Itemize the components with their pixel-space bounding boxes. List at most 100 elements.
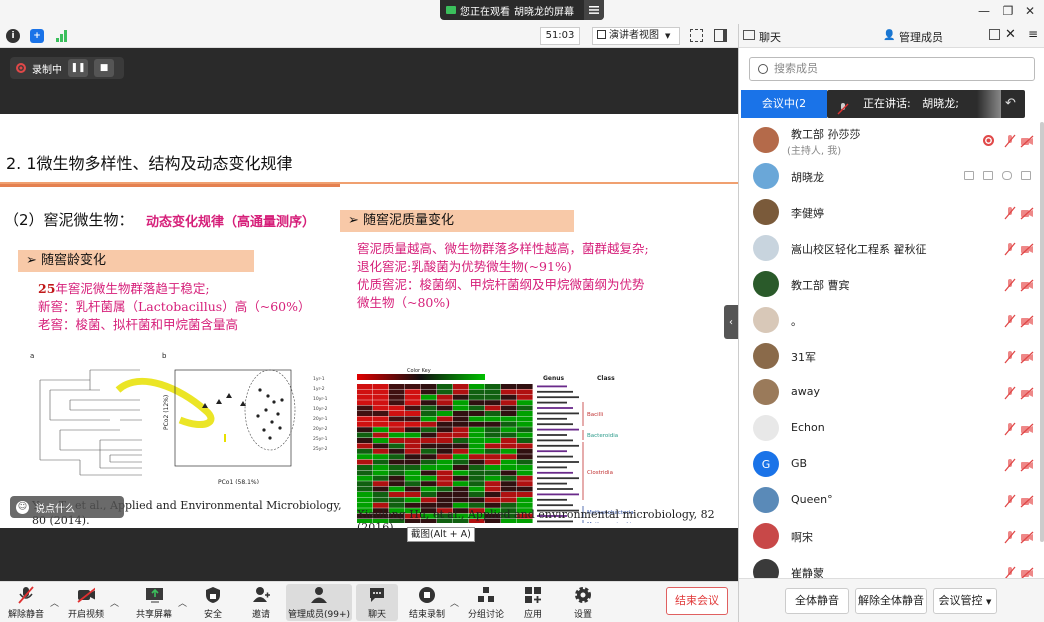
- video-off-icon[interactable]: [1020, 530, 1034, 544]
- svg-text:1yr-1: 1yr-1: [313, 376, 325, 382]
- video-off-icon[interactable]: [1020, 206, 1034, 220]
- video-off-icon[interactable]: [1020, 458, 1034, 472]
- heatmap-cell: [453, 421, 469, 427]
- member-row[interactable]: 教工部 曹宾: [739, 266, 1044, 302]
- undo-arrow-icon[interactable]: ↶: [1005, 90, 1016, 118]
- member-row[interactable]: away: [739, 374, 1044, 410]
- chevron-up-icon[interactable]: ︿: [450, 596, 459, 609]
- popout-icon[interactable]: [989, 29, 1000, 40]
- chat-button[interactable]: 聊天: [356, 584, 398, 621]
- video-off-icon[interactable]: [1020, 386, 1034, 400]
- member-row[interactable]: Queen°: [739, 482, 1044, 518]
- mute-all-button[interactable]: 全体静音: [785, 588, 849, 614]
- mic-off-icon[interactable]: [1003, 386, 1017, 400]
- meeting-control-button[interactable]: 会议管控 ▼: [933, 588, 997, 614]
- mic-off-icon[interactable]: [1003, 242, 1017, 256]
- mic-off-icon[interactable]: [1003, 314, 1017, 328]
- sidebar-toggle-icon[interactable]: [714, 29, 727, 42]
- video-off-icon[interactable]: [1020, 242, 1034, 256]
- unmute-button[interactable]: 解除静音: [6, 584, 46, 621]
- manage-members-button[interactable]: 管理成员(99+): [286, 584, 352, 621]
- video-off-icon[interactable]: [1020, 494, 1034, 508]
- heatmap-cell: [421, 459, 437, 465]
- collapse-panel-button[interactable]: ‹: [724, 305, 738, 339]
- mic-off-icon[interactable]: [1003, 350, 1017, 364]
- start-video-button[interactable]: 开启视频: [66, 584, 106, 621]
- mic-on-icon[interactable]: [1002, 171, 1012, 180]
- stop-recording-button[interactable]: ■: [94, 59, 114, 77]
- shield-icon[interactable]: +: [30, 29, 44, 43]
- member-row[interactable]: 教工部 孙莎莎 (主持人, 我): [739, 122, 1044, 158]
- info-icon[interactable]: i: [6, 29, 20, 43]
- heatmap-cell: [389, 486, 405, 492]
- share-menu-button[interactable]: [584, 0, 604, 20]
- tab-chat[interactable]: 聊天: [759, 29, 781, 45]
- reaction-button[interactable]: ☺ 说点什么: [10, 496, 124, 518]
- apps-button[interactable]: 应用: [518, 584, 548, 621]
- genus-name-bar: [537, 493, 579, 496]
- screen-share-indicator: 您正在观看 胡晓龙的屏幕: [440, 0, 604, 20]
- video-off-icon[interactable]: [1020, 134, 1034, 148]
- settings-button[interactable]: 设置: [568, 584, 598, 621]
- unmute-all-button[interactable]: 解除全体静音: [855, 588, 927, 614]
- svg-text:1yr-2: 1yr-2: [313, 386, 325, 392]
- chevron-up-icon[interactable]: ︿: [110, 596, 119, 609]
- video-off-icon[interactable]: [1020, 350, 1034, 364]
- breakout-rooms-button[interactable]: 分组讨论: [466, 584, 506, 621]
- svg-text:25yr-1: 25yr-1: [313, 436, 328, 442]
- mic-off-icon[interactable]: [1003, 134, 1017, 148]
- heatmap-cell: [501, 448, 517, 454]
- stop-recording-toolbar-button[interactable]: 结束录制: [406, 584, 448, 621]
- member-search-input[interactable]: 搜索成员: [749, 57, 1035, 81]
- video-on-icon[interactable]: [1021, 171, 1031, 180]
- mic-off-icon[interactable]: [1003, 278, 1017, 292]
- genus-name-bar: [537, 428, 579, 431]
- view-mode-dropdown[interactable]: 演讲者视图 ▼: [592, 27, 680, 45]
- video-off-icon[interactable]: [1020, 278, 1034, 292]
- fullscreen-icon[interactable]: [690, 29, 703, 42]
- tab-in-meeting[interactable]: 会议中(2: [741, 90, 827, 118]
- member-list-scrollbar[interactable]: [1040, 122, 1044, 542]
- restore-button[interactable]: ❐: [1000, 4, 1016, 18]
- mic-off-icon[interactable]: [1003, 494, 1017, 508]
- minimize-button[interactable]: —: [976, 4, 992, 18]
- member-row[interactable]: 31军: [739, 338, 1044, 374]
- mic-off-icon[interactable]: [1003, 206, 1017, 220]
- chevron-up-icon[interactable]: ︿: [50, 596, 59, 609]
- invite-button[interactable]: 邀请: [244, 584, 278, 621]
- close-panel-icon[interactable]: ✕: [1005, 27, 1016, 42]
- end-meeting-button[interactable]: 结束会议: [666, 587, 728, 615]
- breakout-icon: [477, 586, 495, 604]
- screen-share-icon[interactable]: [964, 171, 974, 180]
- member-row[interactable]: 胡晓龙: [739, 158, 1044, 194]
- heatmap-cell: [469, 454, 485, 460]
- member-row[interactable]: 嵩山校区轻化工程系 翟秋征: [739, 230, 1044, 266]
- mic-off-icon[interactable]: [1003, 458, 1017, 472]
- tab-members[interactable]: 管理成员: [899, 29, 943, 45]
- panel-menu-icon[interactable]: ≡: [1028, 27, 1038, 41]
- heatmap-cell: [437, 454, 453, 460]
- member-row[interactable]: Echon: [739, 410, 1044, 446]
- share-screen-button[interactable]: 共享屏幕: [134, 584, 174, 621]
- member-row[interactable]: 李健婷: [739, 194, 1044, 230]
- security-button[interactable]: 安全: [196, 584, 230, 621]
- video-off-icon[interactable]: [1020, 422, 1034, 436]
- member-row[interactable]: 。: [739, 302, 1044, 338]
- heatmap-cell: [405, 475, 421, 481]
- member-row[interactable]: G GB: [739, 446, 1044, 482]
- heatmap-cell: [405, 421, 421, 427]
- user-frame-icon[interactable]: [983, 171, 993, 180]
- mic-off-icon[interactable]: [1003, 422, 1017, 436]
- chevron-up-icon[interactable]: ︿: [178, 596, 187, 609]
- heatmap-cell: [485, 384, 501, 389]
- heatmap-cell: [405, 400, 421, 406]
- video-off-icon[interactable]: [1020, 314, 1034, 328]
- heatmap-cell: [501, 411, 517, 416]
- mic-off-icon[interactable]: [1003, 530, 1017, 544]
- signal-icon[interactable]: [56, 30, 68, 45]
- close-window-button[interactable]: ✕: [1022, 4, 1038, 18]
- pause-recording-button[interactable]: ❚❚: [68, 59, 88, 77]
- heatmap-cell: [453, 427, 469, 433]
- heatmap-cell: [469, 416, 485, 422]
- member-row[interactable]: 啊宋: [739, 518, 1044, 554]
